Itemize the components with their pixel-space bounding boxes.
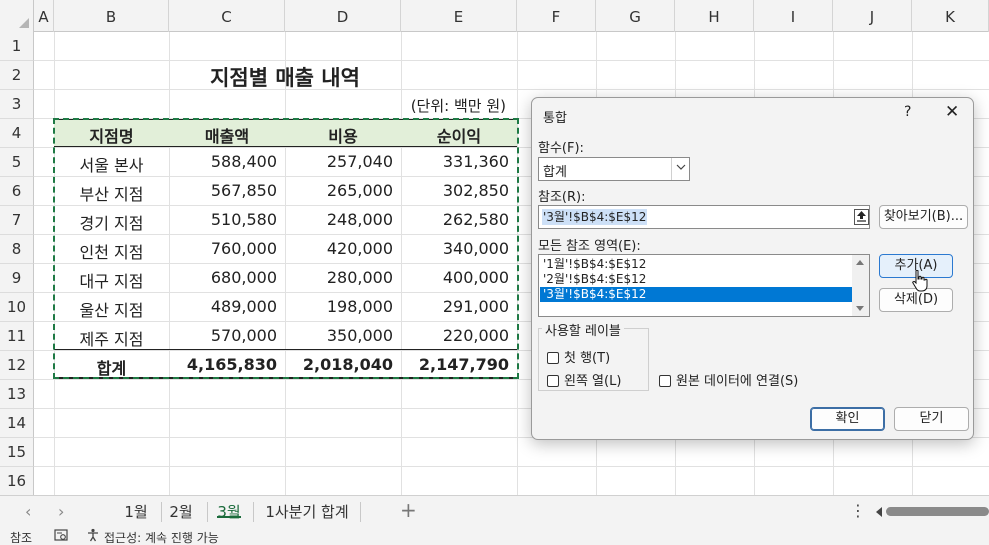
select-all-corner[interactable] [0,0,34,32]
help-button[interactable]: ? [904,104,911,120]
tab-jan[interactable]: 1월 [116,500,156,524]
link-source-label: 원본 데이터에 연결(S) [676,374,799,389]
tab-divider [161,502,162,522]
column-header-d[interactable]: D [285,0,401,32]
list-item[interactable]: '2월'!$B$4:$E$12 [540,272,853,287]
reference-input[interactable]: '3월'!$B$4:$E$12 [538,205,870,229]
tab-q1-total[interactable]: 1사분기 합계 [257,500,357,524]
row-header-9[interactable]: 9 [0,264,34,293]
tab-divider [253,502,254,522]
column-header-f[interactable]: F [517,0,596,32]
function-value: 합계 [543,165,567,180]
copy-marquee-selection [53,118,519,379]
mouse-pointer-icon [912,269,928,296]
scroll-left-icon[interactable] [876,507,882,517]
row-header-16[interactable]: 16 [0,467,34,496]
row-header-2[interactable]: 2 [0,61,34,90]
checkbox-icon [659,375,671,387]
row-header-1[interactable]: 1 [0,32,34,61]
status-bar: 참조 접근성: 계속 진행 가능 [0,527,989,545]
tab-mar[interactable]: 3월 [209,500,249,524]
accessibility-icon[interactable] [86,528,100,545]
close-button[interactable]: 닫기 [894,407,969,431]
column-header-c[interactable]: C [169,0,285,32]
row-header-6[interactable]: 6 [0,177,34,206]
sheet-title[interactable]: 지점별 매출 내역 [169,62,401,92]
column-header-a[interactable]: A [34,0,54,32]
sheet-tab-bar: ‹ › 1월 2월 3월 1사분기 합계 + ⋮ [0,495,989,527]
add-sheet-icon[interactable]: + [400,498,417,522]
row-header-15[interactable]: 15 [0,438,34,467]
all-references-label: 모든 참조 영역(E): [538,239,641,254]
list-item[interactable]: '1월'!$B$4:$E$12 [540,257,853,272]
use-labels-title: 사용할 레이블 [542,320,624,339]
dialog-title: 통합 [543,111,567,126]
active-tab-underline [217,516,241,518]
chevron-right-icon[interactable]: › [58,502,64,521]
horizontal-scrollbar[interactable] [886,507,989,516]
all-references-list[interactable]: '1월'!$B$4:$E$12 '2월'!$B$4:$E$12 '3월'!$B$… [538,254,870,317]
link-source-checkbox[interactable]: 원본 데이터에 연결(S) [659,370,798,389]
consolidate-dialog: 통합 ? ✕ 함수(F): 합계 참조(R): '3월'!$B$4:$E$12 … [531,97,974,440]
row-header-12[interactable]: 12 [0,351,34,380]
tab-feb[interactable]: 2월 [163,500,199,524]
gridline [34,466,989,467]
left-column-label: 왼쪽 열(L) [564,374,622,389]
left-column-checkbox[interactable]: 왼쪽 열(L) [547,370,621,389]
row-header-13[interactable]: 13 [0,380,34,409]
scroll-up-icon[interactable] [856,260,864,265]
column-header-h[interactable]: H [675,0,754,32]
column-header-i[interactable]: I [754,0,833,32]
reference-label: 참조(R): [538,190,586,205]
row-header-14[interactable]: 14 [0,409,34,438]
browse-button[interactable]: 찾아보기(B)... [879,205,968,229]
gridline [34,60,989,61]
row-header-10[interactable]: 10 [0,293,34,322]
row-header-8[interactable]: 8 [0,235,34,264]
macro-record-icon[interactable] [54,528,68,545]
row-header-11[interactable]: 11 [0,322,34,351]
collapse-dialog-icon[interactable] [854,209,869,225]
mode-indicator: 참조 [10,531,33,545]
close-icon[interactable]: ✕ [945,102,959,122]
top-row-label: 첫 행(T) [564,351,611,366]
list-item-selected[interactable]: '3월'!$B$4:$E$12 [540,287,853,302]
tab-divider [207,502,208,522]
chevron-down-icon[interactable] [671,158,689,180]
row-header-5[interactable]: 5 [0,148,34,177]
tab-divider [360,502,361,522]
select-all-icon [19,18,29,28]
column-header-b[interactable]: B [54,0,169,32]
checkbox-icon [547,375,559,387]
list-scrollbar[interactable] [852,255,869,316]
row-header-7[interactable]: 7 [0,206,34,235]
accessibility-status[interactable]: 접근성: 계속 진행 가능 [104,529,219,545]
column-header-g[interactable]: G [596,0,675,32]
checkbox-icon [547,352,559,364]
more-options-icon[interactable]: ⋮ [850,501,866,520]
chevron-left-icon[interactable]: ‹ [25,502,31,521]
row-header-4[interactable]: 4 [0,119,34,148]
function-label: 함수(F): [538,141,584,156]
column-header-e[interactable]: E [401,0,517,32]
column-header-j[interactable]: J [833,0,912,32]
row-header-3[interactable]: 3 [0,90,34,119]
top-row-checkbox[interactable]: 첫 행(T) [547,347,610,366]
scroll-down-icon[interactable] [856,306,864,311]
reference-input-value: '3월'!$B$4:$E$12 [542,209,648,225]
column-header-k[interactable]: K [912,0,989,32]
unit-note[interactable]: (단위: 백만 원) [380,95,506,116]
function-select[interactable]: 합계 [538,157,690,181]
ok-button[interactable]: 확인 [810,407,885,431]
